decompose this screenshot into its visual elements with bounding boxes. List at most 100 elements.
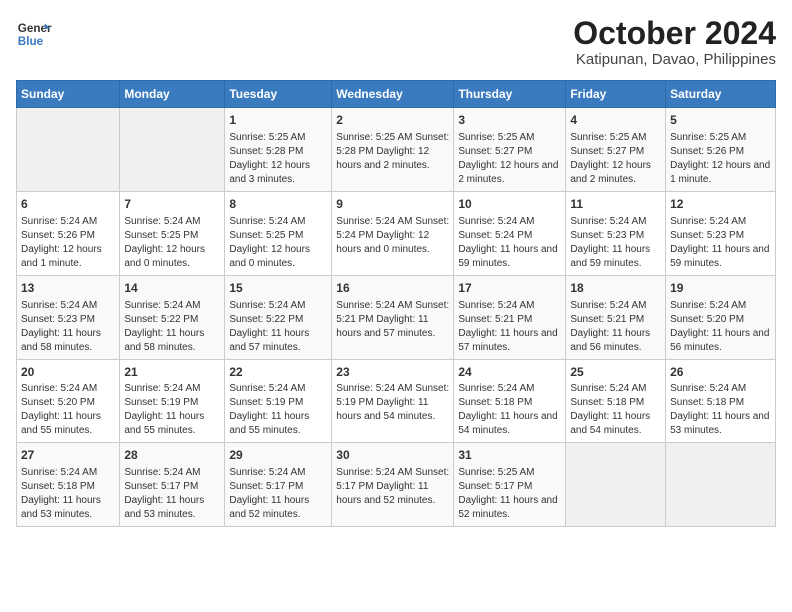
- day-number: 30: [336, 447, 449, 464]
- calendar-cell: 15 Sunrise: 5:24 AM Sunset: 5:22 PM Dayli…: [225, 275, 332, 359]
- cell-content: Sunrise: 5:24 AM Sunset: 5:21 PM Dayligh…: [570, 299, 661, 355]
- header-cell: Sunday: [17, 81, 120, 108]
- calendar-cell: 2 Sunrise: 5:25 AM Sunset: 5:28 PM Daylig…: [332, 108, 454, 192]
- calendar-cell: 7 Sunrise: 5:24 AM Sunset: 5:25 PM Daylig…: [120, 191, 225, 275]
- day-number: 27: [21, 447, 115, 464]
- calendar-cell: 12 Sunrise: 5:24 AM Sunset: 5:23 PM Dayli…: [666, 191, 776, 275]
- header-cell: Friday: [566, 81, 666, 108]
- cell-content: Sunrise: 5:24 AM Sunset: 5:21 PM Dayligh…: [336, 299, 449, 341]
- cell-content: Sunrise: 5:24 AM Sunset: 5:19 PM Dayligh…: [124, 382, 220, 438]
- calendar-cell: 28 Sunrise: 5:24 AM Sunset: 5:17 PM Dayli…: [120, 443, 225, 527]
- cell-content: Sunrise: 5:24 AM Sunset: 5:19 PM Dayligh…: [229, 382, 327, 438]
- cell-content: Sunrise: 5:24 AM Sunset: 5:23 PM Dayligh…: [670, 215, 771, 271]
- cell-content: Sunrise: 5:24 AM Sunset: 5:23 PM Dayligh…: [570, 215, 661, 271]
- day-number: 28: [124, 447, 220, 464]
- cell-content: Sunrise: 5:24 AM Sunset: 5:22 PM Dayligh…: [124, 299, 220, 355]
- day-number: 24: [458, 364, 561, 381]
- logo: General Blue: [16, 16, 52, 52]
- cell-content: Sunrise: 5:24 AM Sunset: 5:18 PM Dayligh…: [570, 382, 661, 438]
- cell-content: Sunrise: 5:25 AM Sunset: 5:28 PM Dayligh…: [229, 131, 327, 187]
- day-number: 16: [336, 280, 449, 297]
- day-number: 21: [124, 364, 220, 381]
- calendar-cell: 25Sunrise: 5:24 AM Sunset: 5:18 PM Dayli…: [566, 359, 666, 443]
- day-number: 1: [229, 112, 327, 129]
- cell-content: Sunrise: 5:24 AM Sunset: 5:20 PM Dayligh…: [21, 382, 115, 438]
- cell-content: Sunrise: 5:24 AM Sunset: 5:26 PM Dayligh…: [21, 215, 115, 271]
- day-number: 6: [21, 196, 115, 213]
- calendar-cell: 8Sunrise: 5:24 AM Sunset: 5:25 PM Daylig…: [225, 191, 332, 275]
- header-cell: Wednesday: [332, 81, 454, 108]
- calendar-cell: 4Sunrise: 5:25 AM Sunset: 5:27 PM Daylig…: [566, 108, 666, 192]
- cell-content: Sunrise: 5:24 AM Sunset: 5:24 PM Dayligh…: [458, 215, 561, 271]
- cell-content: Sunrise: 5:24 AM Sunset: 5:17 PM Dayligh…: [124, 466, 220, 522]
- logo-icon: General Blue: [16, 16, 52, 52]
- day-number: 20: [21, 364, 115, 381]
- header: General Blue October 2024 Katipunan, Dav…: [16, 16, 776, 68]
- calendar-week-row: 1 Sunrise: 5:25 AM Sunset: 5:28 PM Daylig…: [17, 108, 776, 192]
- cell-content: Sunrise: 5:24 AM Sunset: 5:21 PM Dayligh…: [458, 299, 561, 355]
- calendar-table: SundayMondayTuesdayWednesdayThursdayFrid…: [16, 80, 776, 527]
- day-number: 17: [458, 280, 561, 297]
- day-number: 10: [458, 196, 561, 213]
- day-number: 2: [336, 112, 449, 129]
- cell-content: Sunrise: 5:24 AM Sunset: 5:25 PM Dayligh…: [124, 215, 220, 271]
- cell-content: Sunrise: 5:25 AM Sunset: 5:28 PM Dayligh…: [336, 131, 449, 173]
- calendar-cell: 11Sunrise: 5:24 AM Sunset: 5:23 PM Dayli…: [566, 191, 666, 275]
- svg-text:Blue: Blue: [18, 35, 44, 48]
- calendar-cell: [566, 443, 666, 527]
- day-number: 22: [229, 364, 327, 381]
- calendar-cell: 21Sunrise: 5:24 AM Sunset: 5:19 PM Dayli…: [120, 359, 225, 443]
- day-number: 4: [570, 112, 661, 129]
- calendar-cell: 31Sunrise: 5:25 AM Sunset: 5:17 PM Dayli…: [454, 443, 566, 527]
- cell-content: Sunrise: 5:24 AM Sunset: 5:18 PM Dayligh…: [21, 466, 115, 522]
- cell-content: Sunrise: 5:24 AM Sunset: 5:22 PM Dayligh…: [229, 299, 327, 355]
- calendar-cell: 16 Sunrise: 5:24 AM Sunset: 5:21 PM Dayli…: [332, 275, 454, 359]
- calendar-cell: 3Sunrise: 5:25 AM Sunset: 5:27 PM Daylig…: [454, 108, 566, 192]
- calendar-cell: 13Sunrise: 5:24 AM Sunset: 5:23 PM Dayli…: [17, 275, 120, 359]
- cell-content: Sunrise: 5:24 AM Sunset: 5:24 PM Dayligh…: [336, 215, 449, 257]
- header-cell: Monday: [120, 81, 225, 108]
- calendar-cell: 30 Sunrise: 5:24 AM Sunset: 5:17 PM Dayli…: [332, 443, 454, 527]
- calendar-cell: 20Sunrise: 5:24 AM Sunset: 5:20 PM Dayli…: [17, 359, 120, 443]
- calendar-cell: 14 Sunrise: 5:24 AM Sunset: 5:22 PM Dayli…: [120, 275, 225, 359]
- calendar-week-row: 20Sunrise: 5:24 AM Sunset: 5:20 PM Dayli…: [17, 359, 776, 443]
- day-number: 31: [458, 447, 561, 464]
- cell-content: Sunrise: 5:24 AM Sunset: 5:17 PM Dayligh…: [229, 466, 327, 522]
- calendar-cell: 19Sunrise: 5:24 AM Sunset: 5:20 PM Dayli…: [666, 275, 776, 359]
- day-number: 29: [229, 447, 327, 464]
- day-number: 3: [458, 112, 561, 129]
- title-area: October 2024 Katipunan, Davao, Philippin…: [573, 16, 776, 68]
- calendar-cell: 6 Sunrise: 5:24 AM Sunset: 5:26 PM Daylig…: [17, 191, 120, 275]
- day-number: 12: [670, 196, 771, 213]
- day-number: 18: [570, 280, 661, 297]
- day-number: 25: [570, 364, 661, 381]
- calendar-cell: 9Sunrise: 5:24 AM Sunset: 5:24 PM Daylig…: [332, 191, 454, 275]
- day-number: 15: [229, 280, 327, 297]
- header-cell: Thursday: [454, 81, 566, 108]
- header-cell: Saturday: [666, 81, 776, 108]
- calendar-cell: 27 Sunrise: 5:24 AM Sunset: 5:18 PM Dayli…: [17, 443, 120, 527]
- header-cell: Tuesday: [225, 81, 332, 108]
- calendar-cell: 1 Sunrise: 5:25 AM Sunset: 5:28 PM Daylig…: [225, 108, 332, 192]
- day-number: 26: [670, 364, 771, 381]
- calendar-cell: [17, 108, 120, 192]
- calendar-week-row: 27 Sunrise: 5:24 AM Sunset: 5:18 PM Dayli…: [17, 443, 776, 527]
- svg-text:General: General: [18, 22, 52, 35]
- day-number: 14: [124, 280, 220, 297]
- calendar-cell: 10 Sunrise: 5:24 AM Sunset: 5:24 PM Dayli…: [454, 191, 566, 275]
- day-number: 5: [670, 112, 771, 129]
- cell-content: Sunrise: 5:24 AM Sunset: 5:17 PM Dayligh…: [336, 466, 449, 508]
- cell-content: Sunrise: 5:24 AM Sunset: 5:19 PM Dayligh…: [336, 382, 449, 424]
- calendar-cell: [666, 443, 776, 527]
- day-number: 13: [21, 280, 115, 297]
- cell-content: Sunrise: 5:24 AM Sunset: 5:18 PM Dayligh…: [670, 382, 771, 438]
- calendar-cell: 26Sunrise: 5:24 AM Sunset: 5:18 PM Dayli…: [666, 359, 776, 443]
- cell-content: Sunrise: 5:24 AM Sunset: 5:18 PM Dayligh…: [458, 382, 561, 438]
- calendar-cell: 24Sunrise: 5:24 AM Sunset: 5:18 PM Dayli…: [454, 359, 566, 443]
- calendar-cell: [120, 108, 225, 192]
- calendar-cell: 18 Sunrise: 5:24 AM Sunset: 5:21 PM Dayli…: [566, 275, 666, 359]
- subtitle: Katipunan, Davao, Philippines: [573, 51, 776, 68]
- header-row: SundayMondayTuesdayWednesdayThursdayFrid…: [17, 81, 776, 108]
- day-number: 7: [124, 196, 220, 213]
- day-number: 8: [229, 196, 327, 213]
